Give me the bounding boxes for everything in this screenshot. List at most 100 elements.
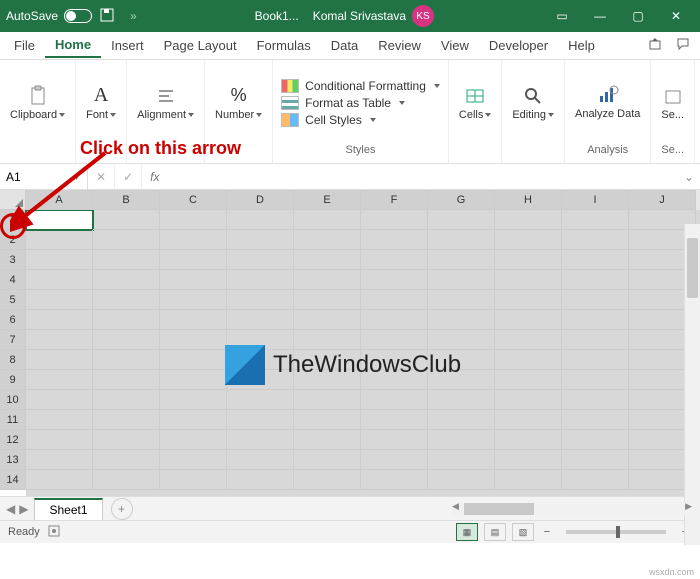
cell[interactable] [294,410,361,430]
cell[interactable] [93,410,160,430]
cell[interactable] [428,390,495,410]
cell[interactable] [428,450,495,470]
menu-home[interactable]: Home [45,33,101,58]
cell[interactable] [294,250,361,270]
cell[interactable] [26,350,93,370]
cell[interactable] [227,470,294,490]
cell[interactable] [562,450,629,470]
row-header-8[interactable]: 8 [0,350,26,370]
select-all-button[interactable] [0,190,26,210]
cell[interactable] [495,410,562,430]
cell[interactable] [428,310,495,330]
vertical-scrollbar-thumb[interactable] [687,238,698,298]
cell[interactable] [227,370,294,390]
cell[interactable] [160,250,227,270]
cell[interactable] [93,230,160,250]
cell[interactable] [227,230,294,250]
cell[interactable] [26,370,93,390]
fx-enter-icon[interactable]: ✓ [115,164,142,189]
cell[interactable] [428,270,495,290]
zoom-out-button[interactable]: − [540,526,554,538]
maximize-button[interactable]: ▢ [620,2,656,30]
sensitivity-button[interactable]: Se... [655,83,690,123]
cells-area[interactable]: /* remaining rows rendered below via JS … [26,210,700,496]
col-header-e[interactable]: E [294,190,361,210]
cell[interactable] [93,330,160,350]
row-header-11[interactable]: 11 [0,410,26,430]
cell[interactable] [361,390,428,410]
cell[interactable] [361,450,428,470]
row-header-10[interactable]: 10 [0,390,26,410]
cell[interactable] [294,270,361,290]
cell[interactable] [227,270,294,290]
cell[interactable] [227,310,294,330]
cell[interactable] [428,370,495,390]
zoom-slider[interactable] [566,530,666,534]
col-header-i[interactable]: I [562,190,629,210]
cell[interactable] [93,350,160,370]
menu-developer[interactable]: Developer [479,34,558,57]
menu-insert[interactable]: Insert [101,34,154,57]
cell[interactable] [361,330,428,350]
cell[interactable] [294,230,361,250]
cell[interactable] [495,290,562,310]
row-header-12[interactable]: 12 [0,430,26,450]
user-badge[interactable]: Komal Srivastava KS [313,5,434,27]
cell[interactable] [294,430,361,450]
qat-save-icon[interactable] [100,8,114,25]
cell[interactable] [495,270,562,290]
cell[interactable] [361,230,428,250]
cell[interactable] [428,230,495,250]
add-sheet-button[interactable]: + [111,498,133,520]
cell[interactable] [26,330,93,350]
cell[interactable] [428,210,495,230]
cell[interactable] [562,270,629,290]
cell[interactable] [294,210,361,230]
number-button[interactable]: % Number [209,83,268,123]
cell[interactable] [562,470,629,490]
col-header-f[interactable]: F [361,190,428,210]
cell[interactable] [26,450,93,470]
cell[interactable] [562,310,629,330]
cell[interactable] [26,390,93,410]
cell[interactable] [93,250,160,270]
minimize-button[interactable]: — [582,2,618,30]
cell[interactable] [294,310,361,330]
cell[interactable] [428,430,495,450]
cell[interactable] [361,370,428,390]
cell[interactable] [294,450,361,470]
cell[interactable] [160,410,227,430]
cell[interactable] [93,290,160,310]
cell[interactable] [562,250,629,270]
vertical-scrollbar[interactable] [684,224,700,545]
cell[interactable] [495,330,562,350]
cell[interactable] [361,410,428,430]
formula-input[interactable] [167,164,677,189]
cell[interactable] [227,410,294,430]
cell-styles-button[interactable]: Cell Styles [281,113,440,127]
close-button[interactable]: ✕ [658,2,694,30]
name-box[interactable]: A1 ▼ [0,164,88,189]
col-header-g[interactable]: G [428,190,495,210]
cell[interactable] [361,310,428,330]
cell[interactable] [93,470,160,490]
col-header-j[interactable]: J [629,190,696,210]
cell[interactable] [26,430,93,450]
cell[interactable] [227,450,294,470]
share-button[interactable] [640,33,670,58]
font-button[interactable]: A Font [80,83,122,123]
cell[interactable] [495,350,562,370]
name-box-dropdown-icon[interactable]: ▼ [72,172,81,182]
qat-more-icon[interactable]: » [130,9,137,23]
cell[interactable] [361,430,428,450]
formula-expand-icon[interactable]: ⌄ [678,170,700,184]
menu-view[interactable]: View [431,34,479,57]
row-header-14[interactable]: 14 [0,470,26,490]
sheet-tab-1[interactable]: Sheet1 [34,498,102,520]
cell[interactable] [93,430,160,450]
cell[interactable] [160,470,227,490]
alignment-button[interactable]: Alignment [131,83,200,123]
cell[interactable] [93,210,160,230]
cell[interactable] [428,290,495,310]
row-header-2[interactable]: 2 [0,230,26,250]
